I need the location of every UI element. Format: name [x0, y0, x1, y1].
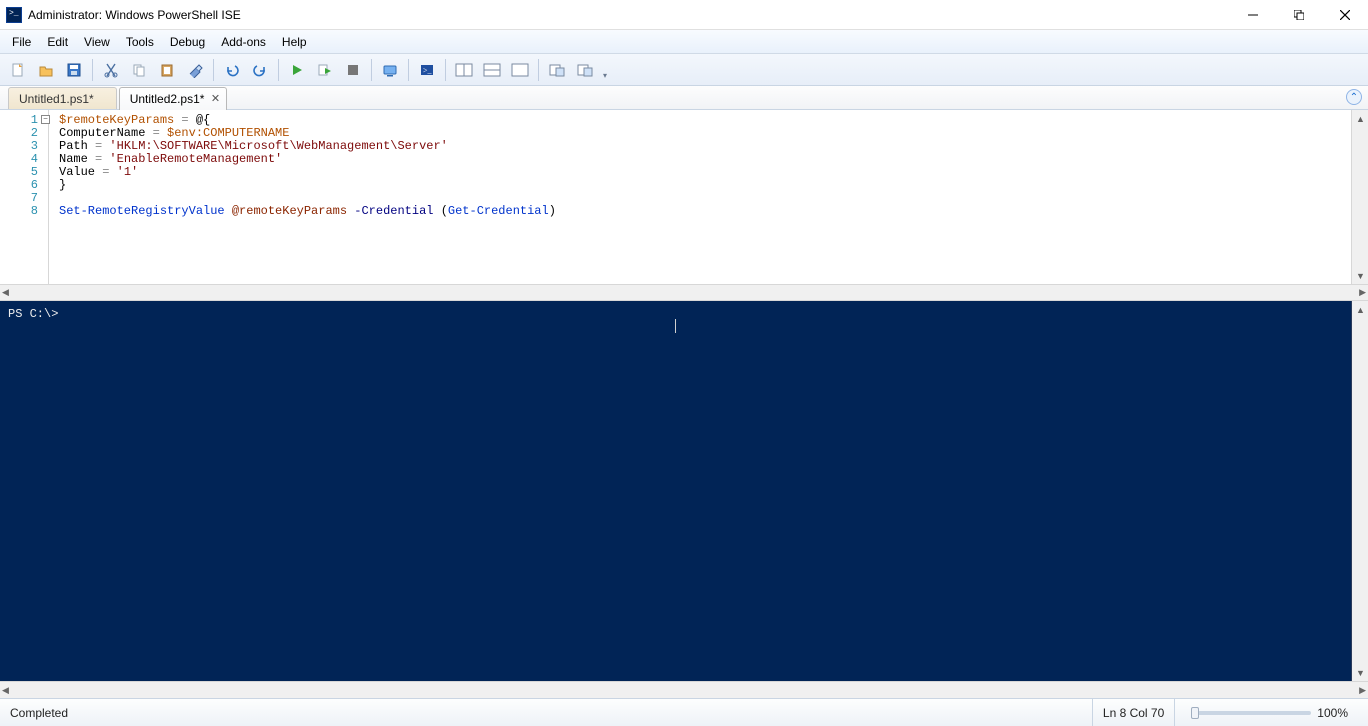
svg-text:>_: >_ — [423, 66, 433, 75]
layout-split-icon[interactable] — [450, 57, 478, 83]
menu-tools[interactable]: Tools — [118, 32, 162, 52]
layout-console-icon[interactable] — [506, 57, 534, 83]
ps-icon[interactable]: >_ — [413, 57, 441, 83]
menubar: File Edit View Tools Debug Add-ons Help — [0, 30, 1368, 54]
zoom-thumb[interactable] — [1191, 707, 1199, 719]
console-hscrollbar[interactable]: ◀ ▶ — [0, 681, 1368, 698]
code-area[interactable]: $remoteKeyParams = @{ComputerName = $env… — [48, 110, 1351, 284]
toolbar: >_ ▾ — [0, 54, 1368, 86]
text-cursor-icon — [675, 319, 676, 333]
scroll-down-icon[interactable]: ▼ — [1352, 664, 1368, 681]
open-icon[interactable] — [32, 57, 60, 83]
menu-help[interactable]: Help — [274, 32, 315, 52]
command-addon2-icon[interactable] — [571, 57, 599, 83]
cut-icon[interactable] — [97, 57, 125, 83]
scroll-right-icon[interactable]: ▶ — [1359, 685, 1366, 696]
undo-icon[interactable] — [218, 57, 246, 83]
scroll-up-icon[interactable]: ▲ — [1352, 301, 1368, 318]
editor-vscrollbar[interactable]: ▲ ▼ — [1351, 110, 1368, 284]
paste-icon[interactable] — [153, 57, 181, 83]
script-editor[interactable]: 1−2345678 $remoteKeyParams = @{ComputerN… — [0, 110, 1368, 284]
stop-icon[interactable] — [339, 57, 367, 83]
menu-debug[interactable]: Debug — [162, 32, 213, 52]
status-text: Completed — [10, 706, 68, 720]
menu-edit[interactable]: Edit — [39, 32, 76, 52]
script-pane-toggle-icon[interactable]: ⌃ — [1346, 89, 1362, 105]
layout-script-icon[interactable] — [478, 57, 506, 83]
titlebar: Administrator: Windows PowerShell ISE — [0, 0, 1368, 30]
new-icon[interactable] — [4, 57, 32, 83]
menu-view[interactable]: View — [76, 32, 118, 52]
maximize-button[interactable] — [1276, 0, 1322, 30]
minimize-button[interactable] — [1230, 0, 1276, 30]
zoom-slider[interactable] — [1191, 711, 1311, 715]
toolbar-overflow-icon[interactable]: ▾ — [599, 57, 611, 83]
save-icon[interactable] — [60, 57, 88, 83]
console-vscrollbar[interactable]: ▲ ▼ — [1351, 301, 1368, 681]
tab-label: Untitled1.ps1* — [19, 92, 94, 106]
redo-icon[interactable] — [246, 57, 274, 83]
command-addon1-icon[interactable] — [543, 57, 571, 83]
tab-label: Untitled2.ps1* — [130, 92, 205, 106]
scroll-left-icon[interactable]: ◀ — [2, 685, 9, 696]
app-icon — [6, 7, 22, 23]
scroll-right-icon[interactable]: ▶ — [1359, 287, 1366, 298]
menu-file[interactable]: File — [4, 32, 39, 52]
tabstrip: Untitled1.ps1* Untitled2.ps1* ✕ ⌃ — [0, 86, 1368, 110]
copy-icon[interactable] — [125, 57, 153, 83]
run-icon[interactable] — [283, 57, 311, 83]
cursor-position: Ln 8 Col 70 — [1092, 699, 1174, 726]
scroll-down-icon[interactable]: ▼ — [1352, 267, 1368, 284]
console-prompt: PS C:\> — [8, 307, 58, 321]
console-pane[interactable]: PS C:\> — [0, 301, 1351, 681]
remote-icon[interactable] — [376, 57, 404, 83]
menu-addons[interactable]: Add-ons — [213, 32, 274, 52]
scroll-left-icon[interactable]: ◀ — [2, 287, 9, 298]
scroll-up-icon[interactable]: ▲ — [1352, 110, 1368, 127]
line-gutter: 1−2345678 — [0, 110, 48, 284]
zoom-control[interactable]: 100% — [1174, 699, 1358, 726]
clear-icon[interactable] — [181, 57, 209, 83]
window-title: Administrator: Windows PowerShell ISE — [28, 8, 241, 22]
run-selection-icon[interactable] — [311, 57, 339, 83]
tab-untitled1[interactable]: Untitled1.ps1* — [8, 87, 117, 109]
tab-untitled2[interactable]: Untitled2.ps1* ✕ — [119, 87, 228, 110]
tab-close-icon[interactable]: ✕ — [208, 91, 222, 105]
zoom-value: 100% — [1317, 706, 1348, 720]
editor-hscrollbar[interactable]: ◀ ▶ — [0, 284, 1368, 301]
statusbar: Completed Ln 8 Col 70 100% — [0, 698, 1368, 726]
close-button[interactable] — [1322, 0, 1368, 30]
